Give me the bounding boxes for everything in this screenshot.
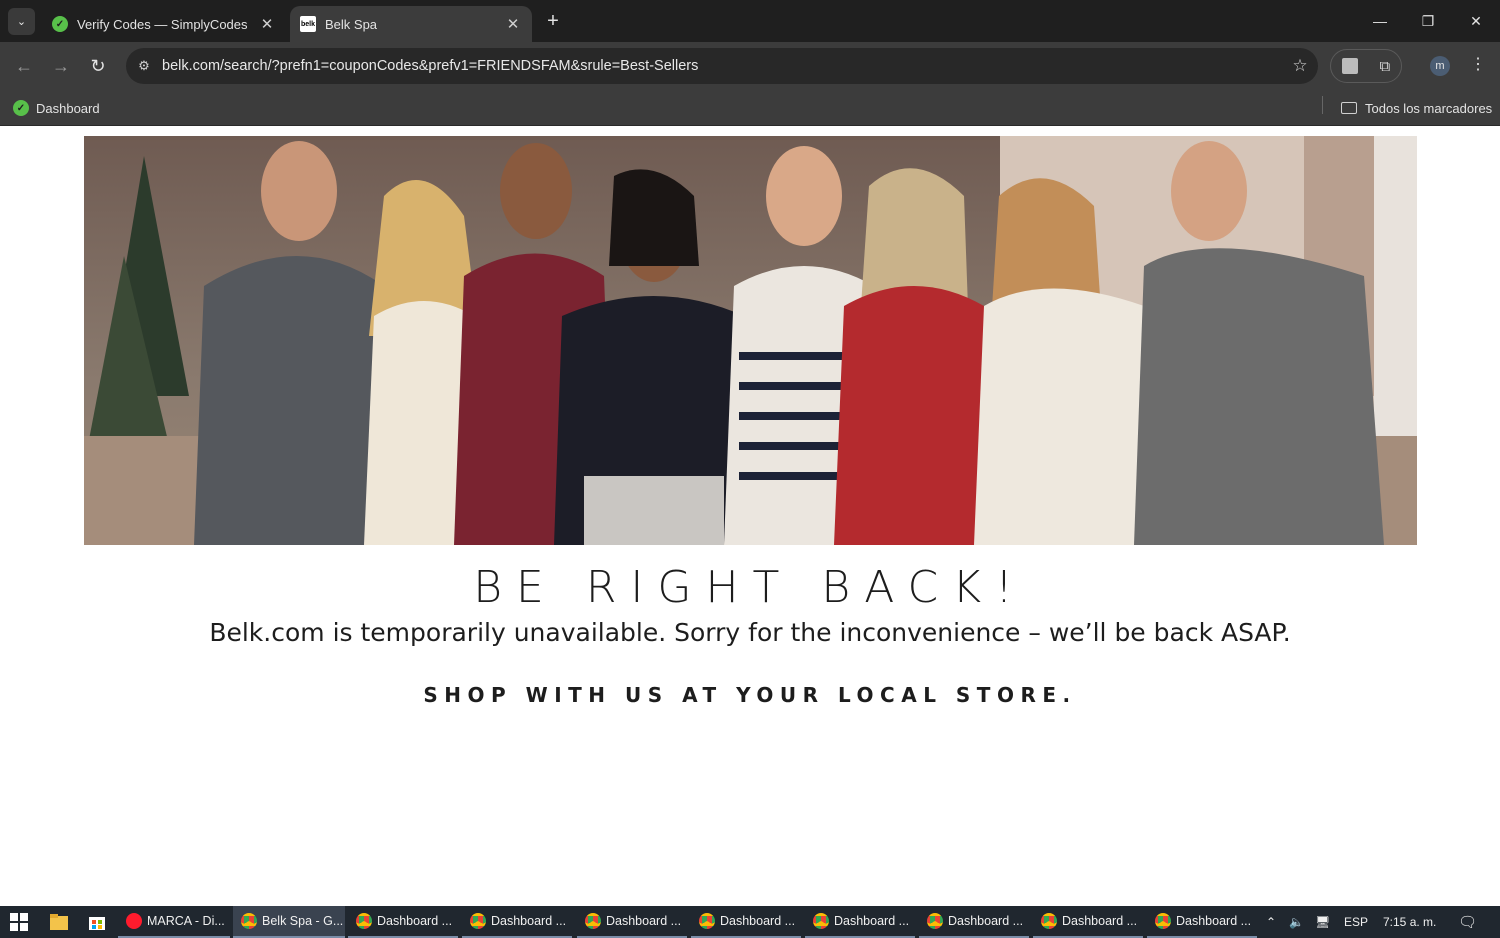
tab-title: Belk Spa (325, 16, 378, 32)
tab-simplycodes[interactable]: ✓ Verify Codes — SimplyCodes ✕ (42, 6, 286, 42)
taskbar-item-label: Dashboard ... (491, 914, 567, 928)
windows-logo (10, 913, 28, 931)
group-photo (84, 136, 1417, 545)
chevron-down-icon: ⌄ (16, 16, 27, 28)
bookmark-star-icon[interactable]: ☆ (1282, 56, 1318, 76)
chrome-icon (356, 913, 372, 929)
minimize-button[interactable]: — (1356, 0, 1404, 42)
volume-icon[interactable]: 🔈 (1289, 906, 1304, 938)
opera-icon (126, 913, 142, 929)
file-explorer-icon[interactable] (48, 911, 70, 933)
taskbar-item-dashboard[interactable]: Dashboard ... (1033, 906, 1143, 938)
restore-icon: ❐ (1421, 12, 1435, 29)
taskbar-item-dashboard[interactable]: Dashboard ... (691, 906, 801, 938)
taskbar-item-dashboard[interactable]: Dashboard ... (348, 906, 458, 938)
clock[interactable]: 7:15 a. m. (1383, 906, 1436, 938)
simplycodes-icon: ✓ (52, 16, 68, 32)
all-bookmarks-label: Todos los marcadores (1365, 100, 1493, 116)
simplycodes-icon: ✓ (13, 100, 29, 116)
tab-title: Verify Codes — SimplyCodes (77, 16, 248, 32)
folder-icon (1341, 102, 1357, 114)
bookmarks-divider (1322, 96, 1323, 114)
show-hidden-icons[interactable]: ⌃ (1266, 906, 1276, 938)
close-icon[interactable]: ✕ (504, 15, 522, 33)
chevron-up-icon: ⌃ (1266, 915, 1277, 929)
chrome-icon (585, 913, 601, 929)
profile-avatar[interactable]: m (1430, 56, 1450, 76)
reload-button[interactable]: ↻ (84, 52, 112, 80)
page-headline: BE RIGHT BACK! (473, 562, 1027, 613)
minimize-icon: — (1373, 13, 1387, 29)
store-bag-icon (89, 917, 105, 930)
plus-icon: + (547, 10, 559, 32)
unavailable-message: Belk.com is temporarily unavailable. Sor… (209, 618, 1291, 647)
url-text[interactable]: belk.com/search/?prefn1=couponCodes&pref… (162, 58, 1282, 74)
belk-icon: belk (300, 16, 316, 32)
arrow-right-icon: → (52, 55, 70, 76)
chrome-icon (470, 913, 486, 929)
folder-icon (50, 914, 68, 930)
extension-icon[interactable] (1341, 58, 1358, 74)
new-tab-button[interactable]: + (542, 10, 564, 32)
taskbar-item-label: Belk Spa - G... (262, 914, 344, 928)
taskbar-item-dashboard[interactable]: Dashboard ... (1147, 906, 1257, 938)
site-info-icon[interactable]: ⚙ (126, 58, 162, 74)
close-icon: ✕ (1470, 12, 1482, 29)
windows-start-icon[interactable] (8, 911, 30, 933)
windows-taskbar: MARCA - Di... Belk Spa - G... Dashboard … (0, 906, 1500, 938)
taskbar-item-label: Dashboard ... (1062, 914, 1138, 928)
taskbar-item-label: Dashboard ... (1176, 914, 1252, 928)
arrow-left-icon: ← (15, 55, 33, 76)
extensions-group: ⧉ (1330, 49, 1402, 83)
chrome-icon (813, 913, 829, 929)
chrome-icon (241, 913, 257, 929)
local-store-message: SHOP WITH US AT YOUR LOCAL STORE. (423, 683, 1077, 707)
browser-toolbar: ← → ↻ ⚙ belk.com/search/?prefn1=couponCo… (0, 42, 1500, 90)
all-bookmarks-button[interactable]: Todos los marcadores (1341, 96, 1492, 120)
taskbar-item-belk[interactable]: Belk Spa - G... (233, 906, 345, 938)
restore-button[interactable]: ❐ (1404, 0, 1452, 42)
language-indicator[interactable]: ESP (1344, 906, 1368, 938)
taskbar-item-label: Dashboard ... (377, 914, 453, 928)
close-window-button[interactable]: ✕ (1452, 0, 1500, 42)
bookmark-dashboard[interactable]: ✓ Dashboard (13, 96, 100, 120)
network-icon[interactable]: 🖥 (1315, 906, 1330, 938)
notifications-icon[interactable]: 🗨 (1458, 906, 1477, 938)
taskbar-item-dashboard[interactable]: Dashboard ... (805, 906, 915, 938)
taskbar-item-label: Dashboard ... (948, 914, 1024, 928)
chrome-icon (1155, 913, 1171, 929)
bookmark-label: Dashboard (36, 100, 100, 116)
taskbar-item-dashboard[interactable]: Dashboard ... (919, 906, 1029, 938)
more-menu-icon[interactable]: ⋮ (1468, 54, 1488, 78)
taskbar-item-dashboard[interactable]: Dashboard ... (462, 906, 572, 938)
bookmarks-bar: ✓ Dashboard Todos los marcadores (0, 90, 1500, 126)
chrome-icon (927, 913, 943, 929)
taskbar-item-label: Dashboard ... (606, 914, 682, 928)
tab-strip: ⌄ ✓ Verify Codes — SimplyCodes ✕ belk Be… (0, 0, 1500, 42)
taskbar-item-dashboard[interactable]: Dashboard ... (577, 906, 687, 938)
hero-image (84, 136, 1417, 545)
taskbar-item-label: MARCA - Di... (147, 914, 225, 928)
address-bar[interactable]: ⚙ belk.com/search/?prefn1=couponCodes&pr… (126, 48, 1318, 84)
back-button[interactable]: ← (10, 52, 38, 80)
taskbar-item-label: Dashboard ... (720, 914, 796, 928)
reload-icon: ↻ (90, 55, 106, 76)
taskbar-item-opera[interactable]: MARCA - Di... (118, 906, 230, 938)
store-icon[interactable] (86, 911, 108, 933)
close-icon[interactable]: ✕ (258, 15, 276, 33)
chrome-icon (1041, 913, 1057, 929)
tab-search-button[interactable]: ⌄ (8, 8, 35, 35)
puzzle-icon[interactable]: ⧉ (1379, 58, 1390, 75)
forward-button[interactable]: → (47, 52, 75, 80)
taskbar-item-label: Dashboard ... (834, 914, 910, 928)
tab-belk[interactable]: belk Belk Spa ✕ (290, 6, 532, 42)
chrome-icon (699, 913, 715, 929)
